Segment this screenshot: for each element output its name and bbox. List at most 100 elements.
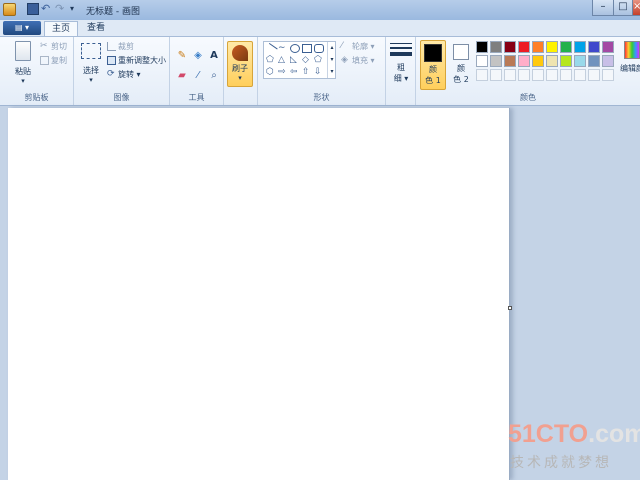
paint-app-icon[interactable] — [3, 3, 16, 16]
rectangle-shape-icon[interactable] — [302, 44, 312, 53]
outline-button[interactable]: ⁄ 轮廓 ▾ — [341, 41, 375, 53]
palette-swatch[interactable] — [476, 41, 488, 53]
watermark-logo: 51CTO.com — [508, 420, 640, 449]
shapes-gallery[interactable]: ∼ ⬠ △ ◺ ◇ ⬠ ⬡ ⇨ ⇦ ⇧ ⇩ ▴ ▾ ▾ — [263, 41, 336, 79]
magnifier-icon[interactable]: ⌕ — [207, 69, 221, 83]
palette-swatch[interactable] — [518, 55, 530, 67]
edit-colors-button[interactable]: 编辑颜 — [620, 41, 640, 74]
palette-swatch[interactable] — [518, 41, 530, 53]
size-button[interactable]: 粗 细 ▾ — [389, 43, 413, 84]
palette-swatch[interactable] — [546, 55, 558, 67]
eraser-icon[interactable]: ▰ — [175, 69, 189, 83]
fill-bucket-icon[interactable]: ◈ — [191, 49, 205, 63]
resize-button[interactable]: 重新调整大小 — [107, 55, 166, 67]
color1-button[interactable]: 颜 色 1 — [420, 40, 446, 90]
cut-button[interactable]: ✂ 剪切 — [40, 41, 67, 53]
custom-color-slot[interactable] — [476, 69, 488, 81]
drawing-canvas[interactable] — [8, 108, 510, 480]
text-tool-icon[interactable]: A — [207, 49, 221, 63]
palette-swatch[interactable] — [546, 41, 558, 53]
shapes-scrollbar[interactable]: ▴ ▾ ▾ — [327, 42, 336, 78]
size-group: 粗 细 ▾ — [386, 37, 416, 105]
paste-button[interactable]: 粘贴 ▾ — [8, 41, 38, 85]
fill-icon: ◈ — [341, 55, 348, 65]
custom-color-slot[interactable] — [532, 69, 544, 81]
watermark-main: 51CTO — [508, 420, 589, 448]
undo-icon[interactable]: ↶ — [41, 3, 53, 15]
minimize-button[interactable]: – — [592, 0, 614, 16]
tools-group-label: 工具 — [188, 93, 205, 102]
palette-swatch[interactable] — [560, 41, 572, 53]
shapes-group: ∼ ⬠ △ ◺ ◇ ⬠ ⬡ ⇨ ⇦ ⇧ ⇩ ▴ ▾ ▾ ⁄ 轮廓 ▾ ◈ 填充 ▾ 形状 — [258, 37, 386, 105]
down-arrow-shape-icon[interactable]: ⇩ — [314, 68, 324, 77]
right-triangle-shape-icon[interactable]: ◺ — [290, 56, 300, 65]
custom-color-slot[interactable] — [602, 69, 614, 81]
paint-menu-button[interactable]: ▤ ▾ — [3, 21, 41, 35]
color-picker-icon[interactable]: ⁄ — [191, 69, 205, 83]
redo-icon[interactable]: ↷ — [55, 3, 67, 15]
copy-button[interactable]: 复制 — [40, 55, 67, 67]
brushes-group: 刷子 ▾ — [224, 37, 258, 105]
save-icon[interactable] — [27, 3, 39, 15]
palette-swatch[interactable] — [602, 55, 614, 67]
palette-swatch[interactable] — [490, 55, 502, 67]
pentagon-shape-icon[interactable]: ⬠ — [314, 56, 324, 65]
fill-button[interactable]: ◈ 填充 ▾ — [341, 55, 375, 67]
up-arrow-shape-icon[interactable]: ⇧ — [302, 68, 312, 77]
palette-swatch[interactable] — [574, 41, 586, 53]
palette-swatch[interactable] — [504, 41, 516, 53]
diamond-shape-icon[interactable]: ◇ — [302, 56, 312, 65]
crop-button[interactable]: 裁剪 — [107, 41, 134, 53]
custom-color-slot[interactable] — [574, 69, 586, 81]
select-button[interactable]: 选择 ▾ — [78, 43, 104, 84]
palette-swatch[interactable] — [588, 41, 600, 53]
palette-swatch[interactable] — [490, 41, 502, 53]
palette-swatch[interactable] — [476, 55, 488, 67]
color2-button[interactable]: 颜 色 2 — [448, 40, 474, 90]
left-arrow-shape-icon[interactable]: ⇦ — [290, 68, 300, 77]
custom-color-slot[interactable] — [504, 69, 516, 81]
custom-color-slot[interactable] — [518, 69, 530, 81]
palette-swatch[interactable] — [504, 55, 516, 67]
custom-color-slot[interactable] — [490, 69, 502, 81]
scissors-icon: ✂ — [40, 41, 48, 51]
brushes-button[interactable]: 刷子 ▾ — [227, 41, 253, 87]
custom-color-slot[interactable] — [546, 69, 558, 81]
palette-swatch[interactable] — [532, 55, 544, 67]
tab-view[interactable]: 查看 — [80, 21, 112, 36]
triangle-shape-icon[interactable]: △ — [278, 56, 288, 65]
brush-icon — [232, 45, 248, 61]
hexagon-shape-icon[interactable]: ⬡ — [266, 68, 276, 77]
right-arrow-shape-icon[interactable]: ⇨ — [278, 68, 288, 77]
cut-label: 剪切 — [51, 42, 67, 51]
edit-colors-label: 编辑颜 — [620, 64, 640, 73]
line-size-icon — [390, 43, 412, 56]
colors-group: 颜 色 1 颜 色 2 编辑颜 颜色 — [416, 37, 640, 105]
custom-color-slot[interactable] — [560, 69, 572, 81]
curve-shape-icon[interactable]: ∼ — [278, 44, 288, 53]
palette-swatch[interactable] — [574, 55, 586, 67]
image-group-label: 图像 — [113, 93, 130, 102]
polygon-shape-icon[interactable]: ⬠ — [266, 56, 276, 65]
clipboard-group-label: 剪贴板 — [24, 93, 49, 102]
palette-swatch[interactable] — [602, 41, 614, 53]
tab-home[interactable]: 主页 — [44, 21, 79, 37]
rotate-button[interactable]: ⟳ 旋转 ▾ — [107, 69, 141, 81]
palette-swatch[interactable] — [588, 55, 600, 67]
oval-shape-icon[interactable] — [290, 44, 300, 53]
size-label-1: 粗 — [397, 63, 405, 72]
brushes-label: 刷子 — [232, 64, 248, 73]
color2-swatch — [453, 44, 469, 60]
maximize-button[interactable]: □ — [613, 0, 633, 16]
palette-swatch[interactable] — [532, 41, 544, 53]
palette-swatch[interactable] — [560, 55, 572, 67]
select-icon — [81, 43, 101, 59]
quick-access-dropdown[interactable]: ▾ — [70, 3, 82, 15]
custom-color-slot[interactable] — [588, 69, 600, 81]
close-button[interactable]: × — [632, 0, 640, 16]
rounded-rectangle-shape-icon[interactable] — [314, 44, 324, 53]
image-group: 选择 ▾ 裁剪 重新调整大小 ⟳ 旋转 ▾ 图像 — [74, 37, 170, 105]
color2-label-2: 色 2 — [453, 75, 469, 84]
pencil-icon[interactable]: ✎ — [175, 49, 189, 63]
canvas-resize-handle[interactable] — [508, 306, 512, 310]
